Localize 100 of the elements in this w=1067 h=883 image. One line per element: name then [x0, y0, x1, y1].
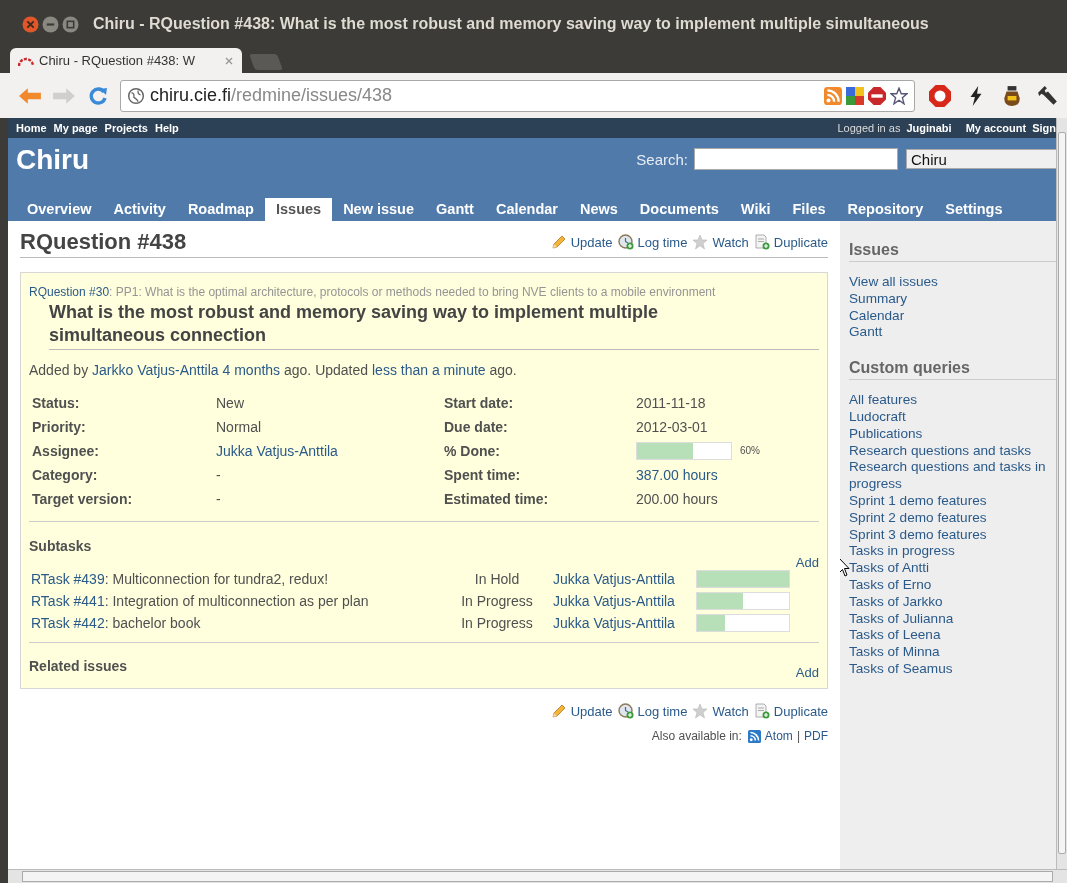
- maximize-icon[interactable]: [62, 15, 79, 33]
- action-link[interactable]: Log time: [637, 703, 688, 719]
- menu-tab[interactable]: Issues: [264, 198, 333, 221]
- top-menu-link[interactable]: Projects: [104, 122, 148, 134]
- action-link[interactable]: Duplicate: [773, 234, 828, 250]
- menu-tab[interactable]: Repository: [836, 198, 935, 221]
- status-text: In Progress: [460, 593, 534, 609]
- star-icon[interactable]: [890, 86, 908, 105]
- top-menu-link[interactable]: Sign: [1032, 122, 1056, 134]
- sidebar-link[interactable]: Sprint 1 demo features: [849, 492, 1052, 510]
- sidebar-link[interactable]: Publications: [849, 425, 1052, 443]
- menu-tab[interactable]: News: [568, 198, 629, 221]
- sidebar-link[interactable]: Tasks of Julianna: [849, 610, 1052, 628]
- author-link[interactable]: Jarkko Vatjus-Anttila: [92, 362, 219, 378]
- browser-tab[interactable]: Chiru - RQuestion #438: W: [10, 48, 242, 73]
- close-icon[interactable]: [22, 15, 39, 33]
- top-menu-link[interactable]: Home: [16, 122, 47, 134]
- field-label: Assignee:: [32, 442, 100, 459]
- issue-title: RQuestion #438: [20, 229, 187, 255]
- sidebar-link[interactable]: Research questions and tasks in progress: [849, 459, 1052, 493]
- menu-tab[interactable]: Files: [781, 198, 837, 221]
- menu-tab[interactable]: Gantt: [425, 198, 485, 221]
- sidebar-link[interactable]: Tasks of Jarkko: [849, 593, 1052, 611]
- mouse-pointer-icon: [840, 557, 850, 577]
- add-link[interactable]: Add: [795, 555, 819, 570]
- issue-subject: What is the most robust and memory saving way to implement multiple simultaneous connection: [49, 301, 819, 350]
- subtask-link[interactable]: RTask #441: [31, 593, 105, 609]
- colored-squares-icon[interactable]: [846, 86, 864, 105]
- sidebar-link[interactable]: Sprint 3 demo features: [849, 526, 1052, 544]
- menu-tab[interactable]: Settings: [934, 198, 1014, 221]
- author-link[interactable]: 4 months: [222, 362, 281, 378]
- sidebar-link[interactable]: Tasks of Minna: [849, 644, 1052, 661]
- sidebar-link[interactable]: View all issues: [849, 274, 1052, 291]
- wrench-icon[interactable]: [1037, 84, 1059, 107]
- sidebar-link[interactable]: Gantt: [849, 324, 1052, 342]
- window-title: Chiru - RQuestion #438: What is the most robust and memory saving way to implement multiple simultaneous: [93, 15, 929, 33]
- sidebar-link[interactable]: Ludocraft: [849, 409, 1052, 426]
- jar-icon[interactable]: [1001, 84, 1023, 107]
- top-menu-link[interactable]: My page: [53, 122, 98, 134]
- sidebar-link[interactable]: Sprint 2 demo features: [849, 509, 1052, 527]
- project-select[interactable]: Chiru: [906, 149, 1056, 169]
- vertical-scrollbar[interactable]: [1056, 118, 1067, 869]
- assignee-link[interactable]: Jukka Vatjus-Anttila: [553, 615, 675, 631]
- action-link[interactable]: Watch: [712, 234, 749, 250]
- subtask-title: RTask #442: bachelor book: [31, 615, 202, 631]
- menu-tab[interactable]: New issue: [332, 198, 426, 221]
- action-link[interactable]: Update: [570, 703, 613, 719]
- assignee-link[interactable]: Jukka Vatjus-Anttila: [553, 571, 675, 587]
- action-link[interactable]: Watch: [712, 703, 749, 719]
- globe-icon: [127, 86, 145, 105]
- menu-tab[interactable]: Documents: [628, 198, 730, 221]
- also-available-label: Also available in:: [651, 729, 742, 743]
- field-value: 2012-03-01: [636, 418, 709, 435]
- action-link[interactable]: Update: [570, 234, 613, 250]
- subtask-link[interactable]: RTask #442: [31, 615, 105, 631]
- action-link[interactable]: Duplicate: [773, 703, 828, 719]
- menu-tab[interactable]: Activity: [102, 198, 177, 221]
- sidebar-link[interactable]: Tasks of Antti: [849, 560, 1052, 577]
- field-label: Start date:: [444, 394, 515, 411]
- sidebar-link[interactable]: Tasks of Leena: [849, 627, 1052, 645]
- search-field[interactable]: [694, 148, 898, 170]
- status-text: In Hold: [473, 571, 521, 587]
- sidebar-link[interactable]: Calendar: [849, 307, 1052, 325]
- field-label: Due date:: [444, 418, 509, 435]
- action-link[interactable]: Log time: [637, 234, 688, 250]
- minimize-icon[interactable]: [42, 15, 59, 33]
- menu-tab[interactable]: Overview: [16, 198, 103, 221]
- sidebar-link[interactable]: Tasks of Erno: [849, 576, 1052, 594]
- close-icon[interactable]: [224, 55, 234, 66]
- section-heading: Related issues: [29, 658, 128, 674]
- field-link[interactable]: Jukka Vatjus-Anttila: [216, 442, 338, 459]
- user-link[interactable]: Juginabi: [906, 122, 952, 134]
- stop-sign-icon[interactable]: [868, 86, 886, 105]
- horizontal-scrollbar[interactable]: [8, 869, 1067, 883]
- sidebar-link[interactable]: Summary: [849, 290, 1052, 308]
- assignee-link[interactable]: Jukka Vatjus-Anttila: [553, 593, 675, 609]
- subtask-link[interactable]: RTask #439: [31, 571, 105, 587]
- menu-tab[interactable]: Roadmap: [176, 198, 265, 221]
- menu-tab[interactable]: Wiki: [729, 198, 782, 221]
- section-heading: Subtasks: [29, 538, 92, 554]
- address-bar[interactable]: chiru.cie.fi/redmine/issues/438: [120, 79, 915, 112]
- author-link[interactable]: less than a minute: [372, 362, 486, 378]
- clock-add-icon: [617, 703, 634, 719]
- format-link[interactable]: Atom: [764, 729, 793, 743]
- add-link[interactable]: Add: [795, 665, 819, 680]
- top-menu-link[interactable]: My account: [965, 122, 1027, 134]
- sidebar-link[interactable]: Tasks of Seamus: [849, 660, 1052, 678]
- menu-tab[interactable]: Calendar: [484, 198, 569, 221]
- document-add-icon: [753, 234, 770, 250]
- sidebar-link[interactable]: All features: [849, 392, 1052, 409]
- stop-hand-icon[interactable]: [929, 84, 951, 107]
- field-label: Target version:: [32, 490, 134, 507]
- sidebar-link[interactable]: Research questions and tasks: [849, 442, 1052, 460]
- status-text: In Progress: [460, 615, 534, 631]
- format-link[interactable]: PDF: [804, 729, 828, 743]
- sidebar-link[interactable]: Tasks in progress: [849, 543, 1052, 561]
- top-menu-link[interactable]: Help: [155, 122, 179, 134]
- rss-icon[interactable]: [824, 86, 842, 105]
- field-link[interactable]: 387.00 hours: [636, 466, 718, 483]
- field-value: Normal: [216, 418, 263, 435]
